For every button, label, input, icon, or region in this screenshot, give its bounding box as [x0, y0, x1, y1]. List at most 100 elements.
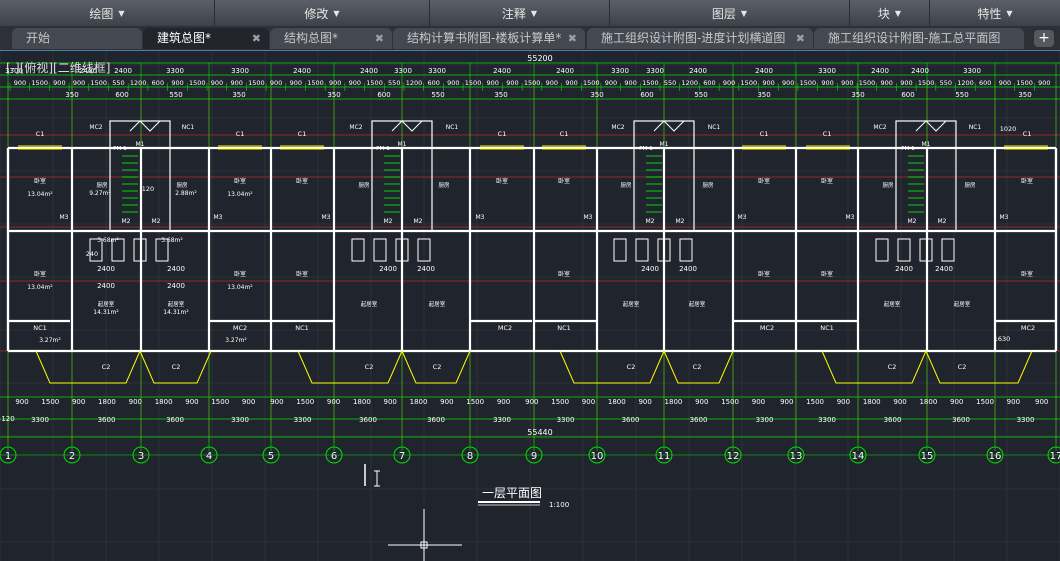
- dimension-text-detail: 1500: [524, 79, 541, 87]
- dimension-text-detail: 1500: [189, 79, 206, 87]
- room-label: M1: [660, 141, 669, 148]
- room-label: 厨房: [702, 181, 714, 189]
- dimension-text-detail: 550: [664, 79, 676, 87]
- room-label: C1: [760, 130, 769, 138]
- chevron-down-icon: ▼: [530, 8, 538, 18]
- dimension-text-module: 2400: [493, 67, 511, 75]
- dimension-text-bottom-module: 3600: [98, 416, 116, 424]
- dimension-text-module: 2400: [755, 67, 773, 75]
- axis-bubble-label: 2: [69, 451, 75, 462]
- room-label: C2: [365, 363, 374, 371]
- room-label: M3: [846, 214, 855, 221]
- dimension-text-stair: 350: [494, 91, 507, 99]
- close-icon[interactable]: ✖: [796, 28, 805, 49]
- close-icon[interactable]: ✖: [568, 28, 577, 49]
- dimension-text-detail: 900: [14, 79, 26, 87]
- tab-structural-general[interactable]: 结构总图* ✖: [270, 28, 392, 49]
- room-label: 2.88m²: [175, 190, 197, 197]
- dimension-text-detail: 900: [841, 79, 853, 87]
- ribbon-panel-properties[interactable]: 特性 ▼: [930, 0, 1060, 26]
- dimension-text-stair: 550: [169, 91, 182, 99]
- dimension-text-detail: 900: [487, 79, 499, 87]
- axis-bubble-label: 16: [989, 451, 1002, 462]
- bay-window: [559, 350, 665, 384]
- dimension-text-detail: 600: [979, 79, 991, 87]
- dimension-text-bottom-detail: 1500: [976, 398, 994, 406]
- dimension-text-bottom-detail: 900: [185, 398, 198, 406]
- ribbon-panel-annotate[interactable]: 注释 ▼: [430, 0, 610, 26]
- dimension-text-module: 3300: [818, 67, 836, 75]
- dimension-text-bottom-module: 3300: [231, 416, 249, 424]
- dimension-text-stair: 350: [327, 91, 340, 99]
- dimension-text-bottom-module: 3300: [818, 416, 836, 424]
- room-label: NC1: [820, 324, 834, 332]
- dimension-text-stair: 350: [590, 91, 603, 99]
- dimension-text-bottom-detail: 1500: [211, 398, 229, 406]
- room-label: 2400: [97, 282, 115, 290]
- room-label: C2: [433, 363, 442, 371]
- ribbon-panel-draw[interactable]: 绘图 ▼: [0, 0, 215, 26]
- room-label: C1: [298, 130, 307, 138]
- dimension-text-bottom-detail: 900: [270, 398, 283, 406]
- dimension-text-stair: 350: [757, 91, 770, 99]
- drawing-scale: 1:100: [549, 501, 569, 509]
- room-label: 13.04m²: [27, 284, 53, 291]
- tab-label: 结构总图*: [284, 31, 339, 45]
- room-label: MC2: [1021, 324, 1035, 332]
- dimension-text-detail: 900: [447, 79, 459, 87]
- fixture: [613, 238, 627, 262]
- dimension-text-stair: 550: [955, 91, 968, 99]
- drawing-title: 一层平面图: [482, 486, 542, 500]
- dimension-text-module: 3300: [166, 67, 184, 75]
- room-label: FM-1: [901, 146, 914, 152]
- dimension-text-detail: 1500: [366, 79, 383, 87]
- ribbon-panel-block[interactable]: 块 ▼: [850, 0, 930, 26]
- dimension-text-module: 2400: [114, 67, 132, 75]
- stair-break-line: [129, 120, 161, 132]
- ribbon-panel-modify[interactable]: 修改 ▼: [215, 0, 430, 26]
- room-label: C1: [1023, 130, 1032, 138]
- dimension-text-bottom-detail: 900: [1007, 398, 1020, 406]
- drawing-canvas[interactable]: 55200 3300 2400 2400 3300 3300 2400 2400 3300 330…: [0, 51, 1060, 561]
- dimension-text-detail: 900: [762, 79, 774, 87]
- room-label: 卧室: [34, 270, 46, 278]
- close-icon[interactable]: ✖: [252, 28, 261, 49]
- viewport-controls[interactable]: [-][俯视][二维线框]: [6, 59, 110, 76]
- dimension-text-stair: 600: [115, 91, 128, 99]
- dimension-text-detail: 900: [349, 79, 361, 87]
- dimension-text-bottom-detail: 1500: [721, 398, 739, 406]
- dimension-text-bottom-detail: 1800: [155, 398, 173, 406]
- dimension-text-detail: 1200: [957, 79, 974, 87]
- fixture: [373, 238, 387, 262]
- tab-start[interactable]: 开始: [12, 28, 142, 49]
- room-label: M3: [214, 214, 223, 221]
- bay-window: [35, 350, 141, 384]
- room-label: 起居室: [361, 300, 378, 308]
- tab-architectural-general[interactable]: 建筑总图* ✖: [143, 28, 269, 49]
- bay-window: [821, 350, 927, 384]
- dimension-text-detail: 1500: [31, 79, 48, 87]
- room-label: 厨房: [882, 181, 894, 189]
- autocad-window: 绘图 ▼ 修改 ▼ 注释 ▼ 图层 ▼ 块 ▼ 特性 ▼ 开始 建筑总图* ✖: [0, 0, 1060, 561]
- tab-schedule-gantt[interactable]: 施工组织设计附图-进度计划横道图 ✖: [587, 28, 813, 49]
- dimension-text-bottom-detail: 900: [129, 398, 142, 406]
- room-label: M2: [938, 218, 947, 225]
- room-label: 13.04m²: [227, 284, 253, 291]
- ribbon-panel-layers[interactable]: 图层 ▼: [610, 0, 850, 26]
- tab-site-plan[interactable]: 施工组织设计附图-施工总平面图: [814, 28, 1024, 49]
- room-label: 卧室: [234, 177, 246, 185]
- bay-window: [297, 350, 403, 384]
- axis-bubble-label: 4: [206, 451, 212, 462]
- dimension-text-detail: 550: [112, 79, 124, 87]
- axis-bubble-label: 3: [138, 451, 144, 462]
- axis-bubble-label: 10: [591, 451, 604, 462]
- room-label: 2400: [935, 265, 953, 273]
- dimension-text-bottom-detail: 900: [893, 398, 906, 406]
- grid-layer: [0, 51, 1060, 561]
- close-icon[interactable]: ✖: [375, 28, 384, 49]
- tab-slab-calculation[interactable]: 结构计算书附图-楼板计算单* ✖: [393, 28, 585, 49]
- room-label: M1: [136, 141, 145, 148]
- room-label: M2: [414, 218, 423, 225]
- new-tab-button[interactable]: +: [1034, 30, 1054, 47]
- dimension-text-detail: 1200: [406, 79, 423, 87]
